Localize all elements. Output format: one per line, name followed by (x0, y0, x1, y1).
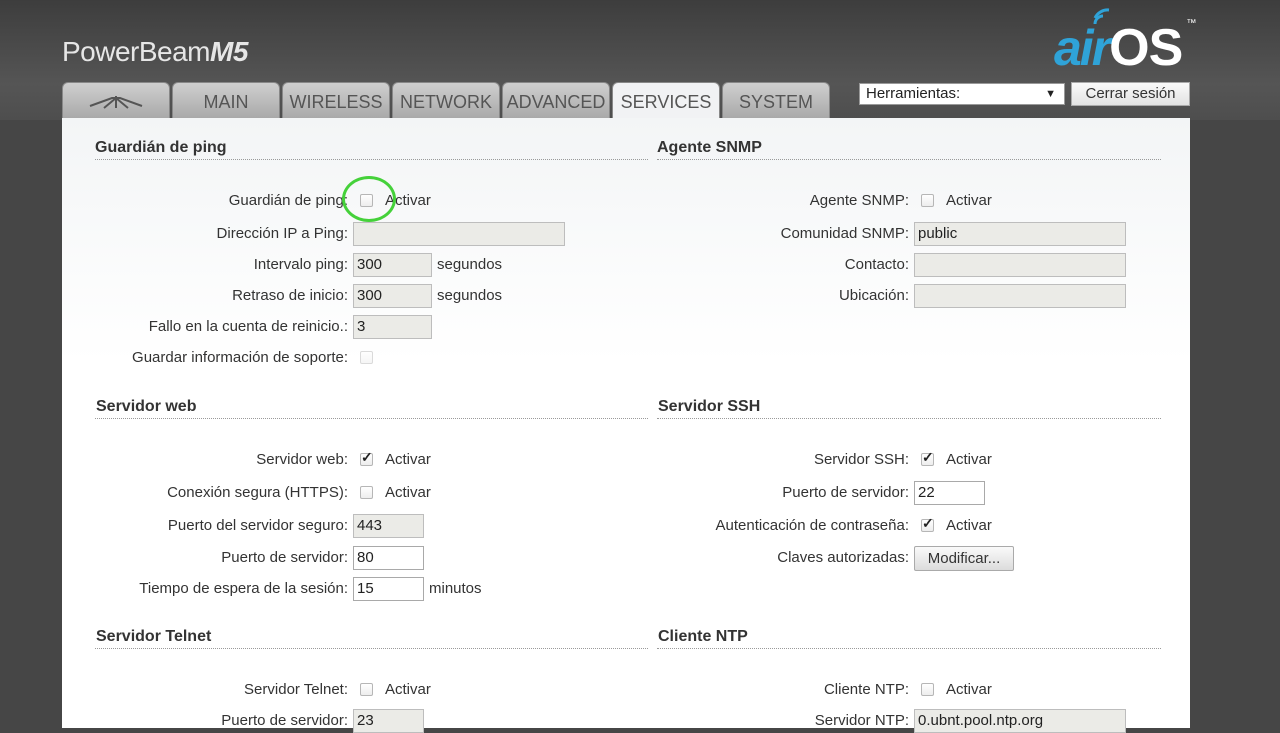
tab-services[interactable]: SERVICES (612, 82, 720, 120)
tab-wireless[interactable]: WIRELESS (282, 82, 390, 118)
https-label: Conexión segura (HTTPS): (167, 484, 348, 501)
web-port-input[interactable]: 80 (353, 546, 424, 570)
services-panel (62, 118, 1190, 728)
section-title-ssh: Servidor SSH (658, 398, 761, 415)
snmp-agent-enable-text: Activar (946, 192, 992, 209)
airos-os-text: OS (1109, 19, 1183, 77)
section-divider (657, 159, 1161, 160)
failure-count-label: Fallo en la cuenta de reinicio.: (148, 318, 348, 335)
airos-air-text: air (1054, 20, 1111, 76)
snmp-location-label: Ubicación: (838, 287, 909, 304)
snmp-community-label: Comunidad SNMP: (780, 225, 909, 242)
section-divider (657, 418, 1161, 419)
ping-ip-label: Dirección IP a Ping: (216, 225, 348, 242)
signal-waves-icon (1093, 8, 1110, 25)
save-support-info-label: Guardar información de soporte: (132, 349, 348, 366)
dropdown-arrow-icon: ▼ (1045, 88, 1056, 100)
trademark-symbol: ™ (1186, 18, 1197, 29)
ssh-port-input[interactable]: 22 (914, 481, 985, 505)
failure-count-input[interactable]: 3 (353, 315, 432, 339)
product-logo: PowerBeamM5 (62, 36, 248, 68)
session-timeout-input[interactable]: 15 (353, 577, 424, 601)
startup-delay-input[interactable]: 300 (353, 284, 432, 308)
section-title-ntp: Cliente NTP (658, 628, 748, 645)
password-auth-label: Autenticación de contraseña: (715, 517, 909, 534)
startup-delay-label: Retraso de inicio: (232, 287, 348, 304)
snmp-contact-label: Contacto: (844, 256, 909, 273)
airos-logo: airOS ™ (1054, 8, 1196, 78)
save-support-info-checkbox[interactable] (360, 351, 373, 364)
telnet-server-enable-text: Activar (385, 681, 431, 698)
section-title-snmp: Agente SNMP (657, 139, 762, 156)
product-name: PowerBeam (62, 36, 211, 67)
ubiquiti-logo-icon (89, 96, 143, 109)
section-divider (657, 648, 1161, 649)
telnet-port-input[interactable]: 23 (353, 709, 424, 733)
password-auth-enable-text: Activar (946, 517, 992, 534)
snmp-agent-checkbox[interactable] (921, 194, 934, 207)
secure-port-label: Puerto del servidor seguro: (167, 517, 348, 534)
tab-ubiquiti-logo[interactable] (62, 82, 170, 118)
telnet-server-checkbox[interactable] (360, 683, 373, 696)
password-auth-checkbox[interactable] (921, 515, 934, 532)
section-divider (95, 159, 648, 160)
ntp-server-label: Servidor NTP: (814, 712, 909, 729)
tab-system[interactable]: SYSTEM (722, 82, 830, 118)
session-timeout-unit: minutos (429, 580, 482, 597)
ping-interval-unit: segundos (437, 256, 503, 273)
snmp-contact-input[interactable] (914, 253, 1126, 277)
section-divider (95, 418, 648, 419)
session-timeout-label: Tiempo de espera de la sesión: (139, 580, 348, 597)
web-server-checkbox[interactable] (360, 449, 373, 466)
tab-advanced[interactable]: ADVANCED (502, 82, 610, 118)
ssh-port-label: Puerto de servidor: (782, 484, 909, 501)
ping-ip-input[interactable] (353, 222, 565, 246)
snmp-agent-label: Agente SNMP: (809, 192, 909, 209)
telnet-port-label: Puerto de servidor: (221, 712, 348, 729)
ntp-server-input[interactable]: 0.ubnt.pool.ntp.org (914, 709, 1126, 733)
tab-main[interactable]: MAIN (172, 82, 280, 118)
startup-delay-unit: segundos (437, 287, 503, 304)
authorized-keys-label: Claves autorizadas: (777, 549, 909, 566)
secure-port-input[interactable]: 443 (353, 514, 424, 538)
ping-interval-label: Intervalo ping: (253, 256, 348, 273)
ping-watchdog-label: Guardián de ping: (228, 192, 348, 209)
ssh-server-label: Servidor SSH: (813, 451, 909, 468)
ping-interval-input[interactable]: 300 (353, 253, 432, 277)
section-divider (95, 648, 648, 649)
web-port-label: Puerto de servidor: (221, 549, 348, 566)
ntp-client-enable-text: Activar (946, 681, 992, 698)
section-title-ping-watchdog: Guardián de ping (95, 139, 227, 156)
highlight-circle-annotation (342, 176, 396, 222)
snmp-community-input[interactable]: public (914, 222, 1126, 246)
product-model: M5 (210, 36, 248, 67)
ntp-client-checkbox[interactable] (921, 683, 934, 696)
web-server-label: Servidor web: (256, 451, 348, 468)
ssh-server-checkbox[interactable] (921, 449, 934, 466)
section-title-telnet: Servidor Telnet (96, 628, 212, 645)
snmp-location-input[interactable] (914, 284, 1126, 308)
https-enable-text: Activar (385, 484, 431, 501)
https-checkbox[interactable] (360, 486, 373, 499)
authorized-keys-modify-button[interactable]: Modificar... (914, 546, 1014, 571)
web-server-enable-text: Activar (385, 451, 431, 468)
ssh-server-enable-text: Activar (946, 451, 992, 468)
tools-select[interactable]: Herramientas: ▼ (859, 83, 1065, 105)
ntp-client-label: Cliente NTP: (823, 681, 909, 698)
telnet-server-label: Servidor Telnet: (244, 681, 348, 698)
section-title-web-server: Servidor web (96, 398, 197, 415)
tools-select-value: Herramientas: (866, 85, 961, 102)
logout-button[interactable]: Cerrar sesión (1071, 82, 1190, 106)
tab-network[interactable]: NETWORK (392, 82, 500, 118)
